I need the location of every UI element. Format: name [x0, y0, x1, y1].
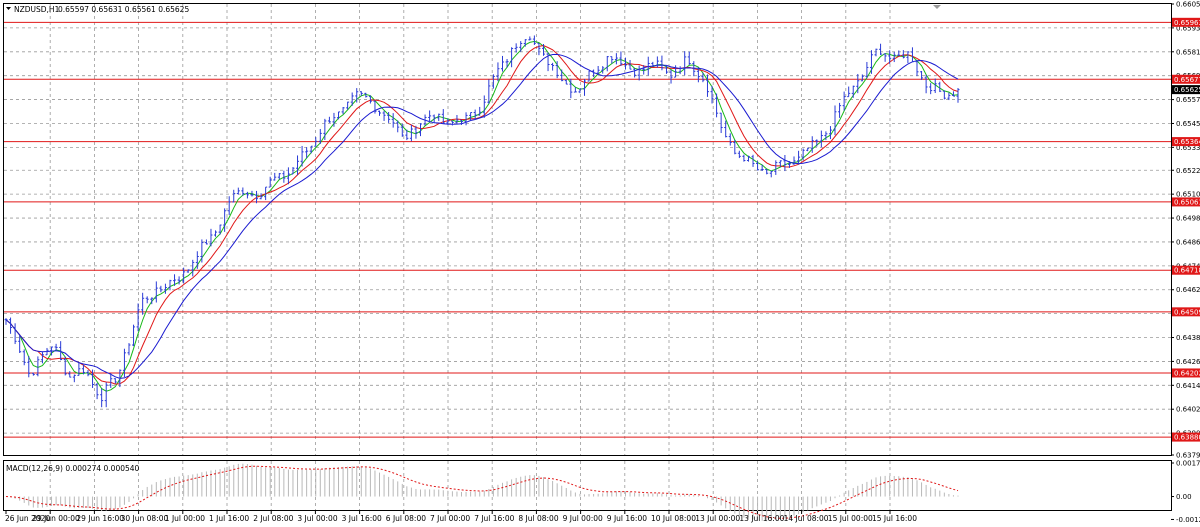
- x-tick-label: 29 Jun 00:00: [32, 514, 80, 523]
- x-tick-label: 10 Jul 08:00: [651, 514, 696, 523]
- x-tick-label: 13 Jul 00:00: [695, 514, 740, 523]
- y-tick-label: 0.64620: [1176, 286, 1200, 294]
- macd-title: MACD(12,26,9) 0.000274 0.000540: [6, 464, 140, 473]
- y-tick-label: 0.65220: [1176, 167, 1200, 175]
- macd-y-tick-label: 0.00: [1176, 493, 1192, 501]
- y-tick-label: 0.64380: [1176, 334, 1200, 342]
- x-tick-label: 15 Jul 16:00: [872, 514, 917, 523]
- x-tick-label: 1 Jul 16:00: [209, 514, 249, 523]
- chart-header: NZDUSD,H1 0.65597 0.65631 0.65561 0.6562…: [6, 5, 189, 14]
- x-tick-label: 30 Jun 08:00: [121, 514, 169, 523]
- level-label: 0.64718: [1174, 267, 1200, 275]
- x-tick-label: 9 Jul 00:00: [563, 514, 603, 523]
- y-tick-label: 0.64260: [1176, 358, 1200, 366]
- x-tick-label: 7 Jul 00:00: [430, 514, 470, 523]
- x-tick-label: 14 Jul 08:00: [784, 514, 829, 523]
- ohlc-readout: 0.65597 0.65631 0.65561 0.65625: [58, 5, 189, 14]
- level-label: 0.64509: [1174, 308, 1200, 316]
- chart-canvas: 0.660550.659350.658150.656950.655750.654…: [3, 1, 1200, 524]
- x-tick-label: 2 Jul 08:00: [253, 514, 293, 523]
- level-label: 0.65061: [1174, 198, 1200, 206]
- x-tick-label: 13 Jul 16:00: [739, 514, 784, 523]
- x-tick-label: 8 Jul 08:00: [518, 514, 558, 523]
- y-tick-label: 0.64860: [1176, 238, 1200, 246]
- x-tick-label: 1 Jul 00:00: [165, 514, 205, 523]
- current-price-label: 0.65625: [1174, 86, 1200, 94]
- x-tick-label: 3 Jul 16:00: [342, 514, 382, 523]
- y-tick-label: 0.65575: [1176, 96, 1200, 104]
- x-tick-label: 3 Jul 00:00: [297, 514, 337, 523]
- level-label: 0.63880: [1174, 434, 1200, 442]
- price-axis: 0.660550.659350.658150.656950.655750.654…: [1171, 1, 1200, 460]
- y-tick-label: 0.64980: [1176, 215, 1200, 223]
- y-tick-label: 0.65455: [1176, 120, 1200, 128]
- price-panel-frame: [3, 3, 1172, 456]
- macd-y-tick-label: 0.001755: [1176, 460, 1200, 468]
- x-tick-label: 9 Jul 16:00: [607, 514, 647, 523]
- level-label: 0.64202: [1174, 369, 1200, 377]
- x-tick-label: 6 Jul 08:00: [386, 514, 426, 523]
- symbol-label: NZDUSD,H1: [14, 5, 60, 14]
- y-tick-label: 0.64020: [1176, 406, 1200, 414]
- y-tick-label: 0.63790: [1176, 452, 1200, 460]
- y-tick-label: 0.66055: [1176, 1, 1200, 9]
- x-tick-label: 29 Jun 16:00: [76, 514, 124, 523]
- macd-axis: 0.001755 0.00 -0.0012: [1171, 460, 1200, 524]
- x-tick-label: 7 Jul 16:00: [474, 514, 514, 523]
- level-label: 0.65364: [1174, 138, 1200, 146]
- y-tick-label: 0.64140: [1176, 382, 1200, 390]
- x-tick-label: 15 Jul 00:00: [828, 514, 873, 523]
- level-label: 0.65963: [1174, 19, 1200, 27]
- macd-y-tick-label: -0.0012: [1176, 516, 1200, 524]
- y-tick-label: 0.65815: [1176, 48, 1200, 56]
- level-label: 0.65677: [1174, 76, 1200, 84]
